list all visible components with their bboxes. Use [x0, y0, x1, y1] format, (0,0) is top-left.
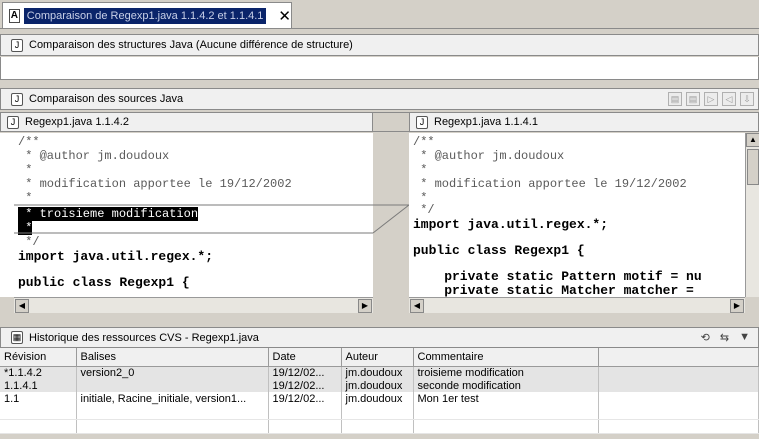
structure-compare-header: J Comparaison des structures Java (Aucun… [0, 34, 759, 56]
next-difference-icon[interactable]: ⇩ [740, 92, 754, 106]
right-file-name: Regexp1.java 1.1.4.1 [434, 116, 538, 128]
tags-cell [76, 379, 269, 392]
empty-cell [0, 419, 77, 434]
java-source-icon: J [11, 92, 23, 106]
java-structure-icon: J [11, 38, 23, 52]
code-line: import java.util.regex.*; [413, 217, 609, 232]
column-header-tags[interactable]: Balises [76, 348, 269, 367]
view-menu-icon[interactable]: ▼ [739, 331, 750, 344]
revision-cell: 1.1 [0, 392, 77, 405]
date-cell: 19/12/02... [268, 379, 342, 392]
column-header-date[interactable]: Date [268, 348, 342, 367]
tabstrip-divider [0, 28, 759, 29]
empty-cell [598, 419, 759, 434]
cvs-history-table: Révision Balises Date Auteur Commentaire… [0, 348, 759, 434]
empty-cell [76, 419, 269, 434]
cvs-history-header: ▦ Historique des ressources CVS - Regexp… [0, 327, 759, 348]
empty-cell [268, 405, 342, 420]
column-header-revision[interactable]: Révision [0, 348, 77, 367]
author-cell: jm.doudoux [341, 366, 414, 379]
column-header-filler [598, 348, 759, 367]
empty-cell [598, 405, 759, 420]
revision-cell: *1.1.4.2 [0, 366, 77, 379]
empty-cell [268, 419, 342, 434]
empty-cell [413, 419, 599, 434]
refresh-icon[interactable]: ⇆ [720, 331, 729, 344]
structure-compare-body[interactable] [0, 57, 759, 80]
source-compare-title: Comparaison des sources Java [29, 93, 184, 105]
empty-row [0, 405, 759, 420]
comment-cell: Mon 1er test [413, 392, 599, 405]
copy-left-to-right-icon[interactable]: ▷ [704, 92, 718, 106]
code-line: /** [413, 135, 435, 149]
date-cell: 19/12/02... [268, 392, 342, 405]
comment-cell: troisieme modification [413, 366, 599, 379]
empty-cell [0, 405, 77, 420]
scroll-up-icon[interactable]: ▲ [746, 133, 759, 147]
copy-all-left-icon[interactable]: ▤ [668, 92, 682, 106]
cvs-history-title: Historique des ressources CVS - Regexp1.… [29, 331, 259, 344]
table-row[interactable]: 1.1 initiale, Racine_initiale, version1.… [0, 392, 759, 405]
code-line: * modification apportee le 19/12/2002 [413, 177, 687, 191]
author-cell: jm.doudoux [341, 379, 414, 392]
java-file-icon: J [416, 115, 428, 129]
right-horizontal-scrollbar[interactable]: ◀ ▶ [409, 297, 745, 313]
code-line: * @author jm.doudoux [413, 149, 565, 163]
right-vertical-scrollbar[interactable]: ▲ [745, 133, 759, 297]
table-row[interactable]: 1.1.4.1 19/12/02... jm.doudoux seconde m… [0, 379, 759, 392]
code-line: private static Pattern motif = nu [413, 269, 702, 284]
filler-cell [598, 379, 759, 392]
close-icon[interactable]: ✕ [278, 8, 291, 24]
left-horizontal-scrollbar[interactable]: ◀ ▶ [14, 297, 373, 313]
structure-compare-title: Comparaison des structures Java (Aucune … [29, 39, 353, 51]
empty-cell [413, 405, 599, 420]
tags-cell: version2_0 [76, 366, 269, 379]
code-line: * [413, 163, 428, 177]
editor-tab-title[interactable]: Comparaison de Regexp1.java 1.1.4.2 et 1… [23, 8, 267, 24]
scroll-left-icon[interactable]: ◀ [410, 299, 424, 313]
compare-toolbar: ▤ ▤ ▷ ◁ ⇩ [668, 92, 754, 106]
code-line: public class Regexp1 { [413, 243, 585, 258]
column-header-author[interactable]: Auteur [341, 348, 414, 367]
scroll-right-icon[interactable]: ▶ [358, 299, 372, 313]
comment-cell: seconde modification [413, 379, 599, 392]
right-source-editor[interactable]: /** * @author jm.doudoux * * modificatio… [409, 133, 745, 297]
empty-cell [341, 419, 414, 434]
scroll-left-icon[interactable]: ◀ [15, 299, 29, 313]
filler-cell [598, 366, 759, 379]
left-file-name: Regexp1.java 1.1.4.2 [25, 116, 129, 128]
source-compare-header: J Comparaison des sources Java ▤ ▤ ▷ ◁ ⇩ [0, 88, 759, 110]
editor-tab[interactable]: A Comparaison de Regexp1.java 1.1.4.2 et… [2, 2, 292, 29]
column-header-comment[interactable]: Commentaire [413, 348, 599, 367]
copy-all-right-icon[interactable]: ▤ [686, 92, 700, 106]
tags-cell: initiale, Racine_initiale, version1... [76, 392, 269, 405]
copy-right-to-left-icon[interactable]: ◁ [722, 92, 736, 106]
right-file-header: J Regexp1.java 1.1.4.1 [409, 112, 759, 132]
empty-cell [341, 405, 414, 420]
compare-editor-icon: A [9, 9, 20, 23]
scroll-right-icon[interactable]: ▶ [730, 299, 744, 313]
author-cell: jm.doudoux [341, 392, 414, 405]
date-cell: 19/12/02... [268, 366, 342, 379]
empty-row [0, 419, 759, 434]
history-icon: ▦ [11, 331, 23, 344]
link-editor-icon[interactable]: ⟲ [701, 331, 710, 344]
empty-cell [76, 405, 269, 420]
filler-cell [598, 392, 759, 405]
left-file-header: J Regexp1.java 1.1.4.2 [0, 112, 373, 132]
center-gutter-header [373, 112, 409, 132]
table-row[interactable]: *1.1.4.2 version2_0 19/12/02... jm.doudo… [0, 366, 759, 379]
java-file-icon: J [7, 115, 19, 129]
history-toolbar: ⟲ ⇆ ▼ [701, 331, 750, 344]
scroll-thumb[interactable] [747, 149, 759, 185]
revision-cell: 1.1.4.1 [0, 379, 77, 392]
code-line: private static Matcher matcher = [413, 283, 702, 297]
code-line: */ [413, 203, 435, 217]
